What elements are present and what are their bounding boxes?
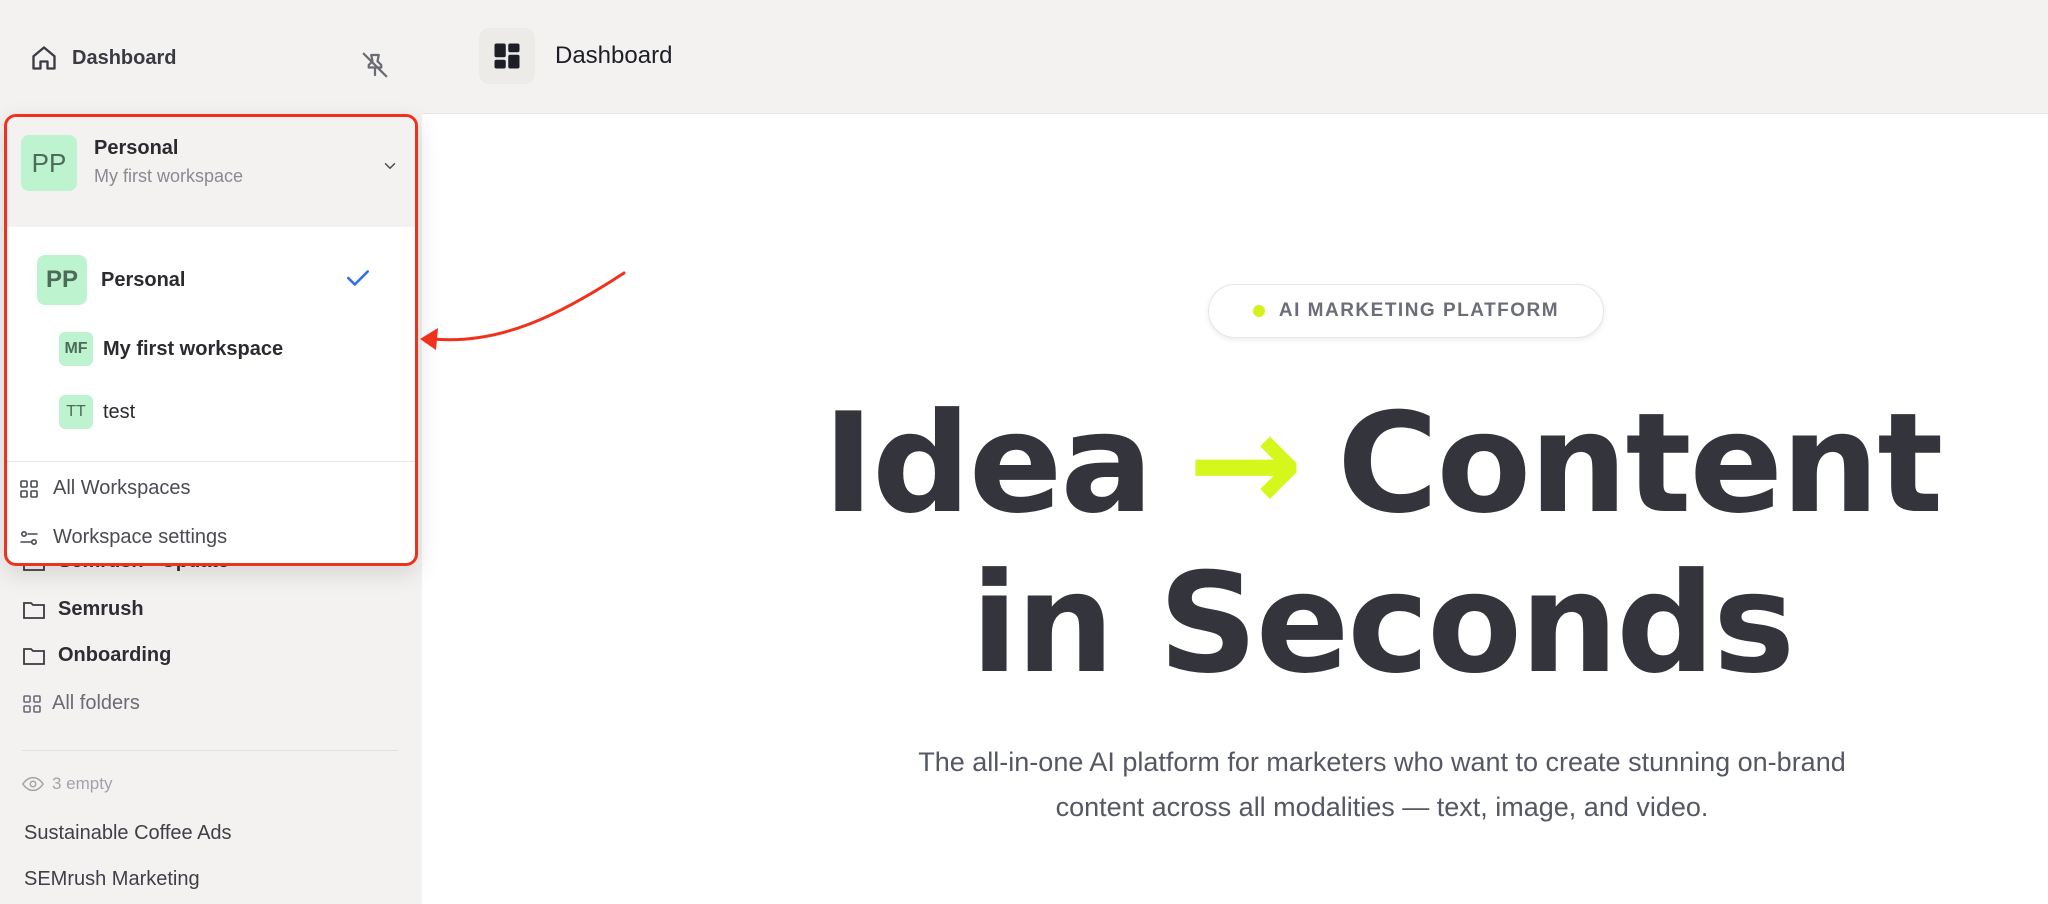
badge-label: AI MARKETING PLATFORM <box>1278 300 1560 321</box>
dashboard-icon <box>494 43 520 69</box>
folder-icon <box>23 601 45 619</box>
sidebar-dashboard-link[interactable]: Dashboard <box>30 44 176 72</box>
sidebar-folder-label: Semrush <box>58 598 144 620</box>
sidebar-link-coffee[interactable]: Sustainable Coffee Ads <box>24 822 232 845</box>
hero-headline: Idea → Content in Seconds <box>762 384 2002 704</box>
all-folders-label: All folders <box>52 692 140 714</box>
workspace-item-first[interactable]: MF My first workspace <box>59 332 283 366</box>
platform-badge: AI MARKETING PLATFORM <box>1208 284 1604 338</box>
sidebar-link-semrush[interactable]: SEMrush Marketing <box>24 868 200 891</box>
workspace-switcher[interactable]: PP Personal My first workspace <box>7 117 415 227</box>
sidebar-folder-onboarding[interactable]: Onboarding <box>22 644 171 667</box>
workspace-settings-label: Workspace settings <box>53 526 228 548</box>
check-icon <box>346 270 370 286</box>
status-dot <box>1252 305 1265 317</box>
dashboard-icon-box <box>479 28 535 84</box>
grid-icon <box>20 479 38 498</box>
current-workspace-name: My first workspace <box>94 166 244 186</box>
all-folders-link[interactable]: All folders <box>22 692 140 715</box>
hero-line-2: in Seconds <box>970 543 1795 704</box>
avatar: PP <box>21 135 77 191</box>
sidebar-divider <box>22 750 398 751</box>
hero-word-content: Content <box>1337 383 1943 544</box>
account-item-personal[interactable]: PP Personal <box>37 255 185 305</box>
all-workspaces-button[interactable]: All Workspaces <box>19 477 190 500</box>
eye-icon <box>22 776 44 792</box>
empty-toggle[interactable]: 3 empty <box>22 774 112 794</box>
sidebar-dashboard-label: Dashboard <box>72 46 177 69</box>
sidebar-folder-semrush[interactable]: Semrush <box>22 598 144 621</box>
sidebar-folder-label: Onboarding <box>58 644 172 666</box>
hero-subtitle: The all-in-one AI platform for marketers… <box>852 740 1912 830</box>
workspace-item-label: test <box>103 400 136 423</box>
workspace-dropdown: PP Personal My first workspace PP Person… <box>4 114 418 566</box>
grid-icon <box>23 694 41 713</box>
hero-word-idea: Idea <box>822 383 1154 544</box>
workspace-item-label: My first workspace <box>103 337 284 360</box>
workspace-settings-button[interactable]: Workspace settings <box>19 526 227 549</box>
folder-icon <box>23 647 45 665</box>
account-item-label: Personal <box>101 268 186 291</box>
all-workspaces-label: All Workspaces <box>53 477 191 499</box>
dropdown-divider <box>7 461 415 462</box>
settings-sliders-icon <box>20 530 38 545</box>
page-title: Dashboard <box>555 42 673 69</box>
subtitle-line-1: The all-in-one AI platform for marketers… <box>918 747 1846 777</box>
avatar: TT <box>59 395 93 429</box>
chevron-down-icon[interactable] <box>381 157 399 175</box>
current-account-name: Personal <box>94 137 179 159</box>
main-content: AI MARKETING PLATFORM Idea → Content in Se… <box>422 114 2048 904</box>
unpin-icon[interactable] <box>360 50 390 80</box>
hero-line-1: Idea → Content <box>762 384 2002 544</box>
workspace-item-test[interactable]: TT test <box>59 395 135 429</box>
home-icon <box>32 46 56 70</box>
subtitle-line-2: content across all modalities — text, im… <box>1055 792 1709 822</box>
avatar: MF <box>59 332 93 366</box>
top-bar: Dashboard <box>422 0 2048 114</box>
empty-label: 3 empty <box>52 774 113 793</box>
avatar: PP <box>37 255 87 305</box>
hero-arrow: → <box>1187 383 1304 544</box>
